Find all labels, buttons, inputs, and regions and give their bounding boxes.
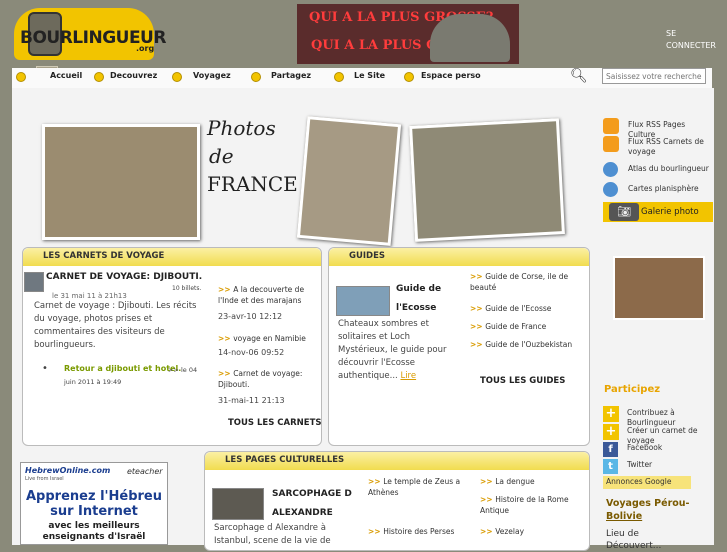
all-guides-link[interactable]: TOUS LES GUIDES bbox=[480, 376, 565, 386]
culture-featured-title-2[interactable]: ALEXANDRE bbox=[272, 508, 333, 518]
culture-list-item[interactable]: >> Vezelay bbox=[480, 526, 580, 537]
photo-church[interactable] bbox=[409, 118, 565, 242]
rss-icon[interactable] bbox=[603, 118, 619, 134]
nav-bullet-icon bbox=[172, 72, 182, 82]
all-carnets-link[interactable]: TOUS LES CARNETS bbox=[228, 418, 322, 428]
guide-description: Chateaux sombres et solitaires et Loch M… bbox=[338, 319, 447, 381]
ad-brand: HebrewOnline.com bbox=[25, 466, 111, 475]
nav-partagez[interactable]: Partagez bbox=[271, 71, 311, 80]
ad-tagline: Live from Israel bbox=[25, 476, 64, 482]
carnet-list-item[interactable]: >> voyage en Namibie bbox=[218, 333, 318, 344]
culture-list-item[interactable]: >> Histoire des Perses bbox=[368, 526, 468, 537]
carnet-list-item[interactable]: >> A la decouverte de l'Inde et des mara… bbox=[218, 284, 318, 306]
guide-read-more-link[interactable]: Lire bbox=[400, 371, 416, 381]
search-icon[interactable]: 🔍︎ bbox=[570, 68, 592, 86]
guide-thumbnail[interactable] bbox=[336, 286, 390, 316]
guide-list-item[interactable]: >> Guide de France bbox=[470, 321, 586, 332]
atlas-link[interactable]: Atlas du bourlingueur bbox=[628, 164, 714, 174]
plus-icon[interactable]: + bbox=[603, 424, 619, 440]
nav-voyagez[interactable]: Voyagez bbox=[193, 71, 231, 80]
guides-header: GUIDES bbox=[329, 248, 589, 266]
participez-title: Participez bbox=[604, 384, 661, 395]
nav-accueil[interactable]: Accueil bbox=[50, 71, 82, 80]
ad-partner: eteacher bbox=[127, 467, 163, 476]
bullet-icon: • bbox=[42, 363, 48, 374]
guide-list-item[interactable]: >> Guide de l'Ecosse bbox=[470, 303, 586, 314]
carnet-list-date: 31-mai-11 21:13 bbox=[218, 396, 285, 405]
carnet-billets: 10 billets. bbox=[172, 285, 202, 292]
culture-description: Sarcophage d Alexandre à Istanbul, scene… bbox=[214, 523, 331, 546]
connect-link[interactable]: SE CONNECTER bbox=[666, 28, 720, 52]
carnet-list-date: 14-nov-06 09:52 bbox=[218, 348, 285, 357]
culture-thumbnail[interactable] bbox=[212, 488, 264, 520]
facebook-icon[interactable]: f bbox=[603, 442, 618, 457]
nav-bullet-icon bbox=[16, 72, 26, 82]
photo-abbey-aerial[interactable] bbox=[42, 124, 200, 240]
hebrew-ad[interactable]: HebrewOnline.com Live from Israel eteach… bbox=[20, 462, 168, 545]
carnet-featured-title[interactable]: CARNET DE VOYAGE: DJIBOUTI. bbox=[46, 272, 202, 282]
culture-header: LES PAGES CULTURELLES bbox=[205, 452, 589, 470]
cartes-link[interactable]: Cartes planisphère bbox=[628, 184, 714, 194]
contribute-link[interactable]: Contribuez à Bourlingueur bbox=[627, 408, 717, 428]
plus-icon[interactable]: + bbox=[603, 406, 619, 422]
ad-sub: avec les meilleurs enseignants d'Israël bbox=[42, 521, 146, 542]
culture-list-item[interactable]: >> Histoire de la Rome Antique bbox=[480, 494, 580, 516]
gallery-label: Galerie photo bbox=[641, 207, 699, 217]
twitter-icon[interactable]: t bbox=[603, 459, 618, 474]
facebook-link[interactable]: Facebook bbox=[627, 443, 717, 453]
ad-headline: Apprenez l'Hébreu sur Internet bbox=[26, 489, 162, 519]
gallery-thumbnail[interactable] bbox=[613, 256, 705, 320]
rss-carnets-link[interactable]: Flux RSS Carnets de voyage bbox=[628, 137, 714, 157]
culture-featured-title-1[interactable]: SARCOPHAGE D bbox=[272, 489, 352, 499]
globe-icon[interactable] bbox=[603, 182, 618, 197]
rss-icon[interactable] bbox=[603, 136, 619, 152]
guide-featured-title-2[interactable]: l'Ecosse bbox=[396, 303, 436, 313]
carnet-description: Carnet de voyage : Djibouti. Les récits … bbox=[34, 301, 197, 350]
guide-featured-title-1[interactable]: Guide de bbox=[396, 284, 441, 294]
gallery-button[interactable]: 📷︎ Galerie photo bbox=[603, 202, 713, 222]
carnets-header: LES CARNETS DE VOYAGE bbox=[23, 248, 321, 266]
culture-list-item[interactable]: >> La dengue bbox=[480, 476, 580, 487]
guide-list-item[interactable]: >> Guide de l'Ouzbekistan bbox=[470, 339, 586, 350]
banner-character-icon bbox=[430, 14, 510, 62]
nav-bullet-icon bbox=[94, 72, 104, 82]
carnet-thumbnail[interactable] bbox=[24, 272, 44, 292]
carnet-list-item[interactable]: >> Carnet de voyage: Djibouti. bbox=[218, 368, 318, 390]
camera-icon: 📷︎ bbox=[609, 203, 639, 221]
ad-text: Lieu de Découvert... bbox=[606, 529, 662, 551]
twitter-link[interactable]: Twitter bbox=[627, 460, 717, 470]
ad-title-link[interactable]: Voyages Pérou- Bolivie bbox=[606, 497, 710, 523]
culture-list-item[interactable]: >> Le temple de Zeus a Athènes bbox=[368, 476, 468, 498]
globe-icon[interactable] bbox=[603, 162, 618, 177]
nav-le-site[interactable]: Le Site bbox=[354, 71, 385, 80]
photos-title[interactable]: Photos de FRANCE bbox=[207, 114, 298, 198]
carnet-list-date: 23-avr-10 12:12 bbox=[218, 312, 283, 321]
ads-label[interactable]: Annonces Google bbox=[603, 476, 691, 489]
nav-decouvrez[interactable]: Decouvrez bbox=[110, 71, 157, 80]
carnet-bullet-meta: >> le 04 juin 2011 à 19:49 bbox=[64, 366, 198, 386]
photo-cathedral[interactable] bbox=[296, 116, 402, 246]
nav-bullet-icon bbox=[334, 72, 344, 82]
nav-espace-perso[interactable]: Espace perso bbox=[421, 71, 481, 80]
guide-list-item[interactable]: >> Guide de Corse, ile de beauté bbox=[470, 271, 586, 293]
logo-tld: .org bbox=[136, 44, 155, 53]
nav-bullet-icon bbox=[404, 72, 414, 82]
search-input[interactable] bbox=[602, 68, 706, 84]
nav-bullet-icon bbox=[251, 72, 261, 82]
